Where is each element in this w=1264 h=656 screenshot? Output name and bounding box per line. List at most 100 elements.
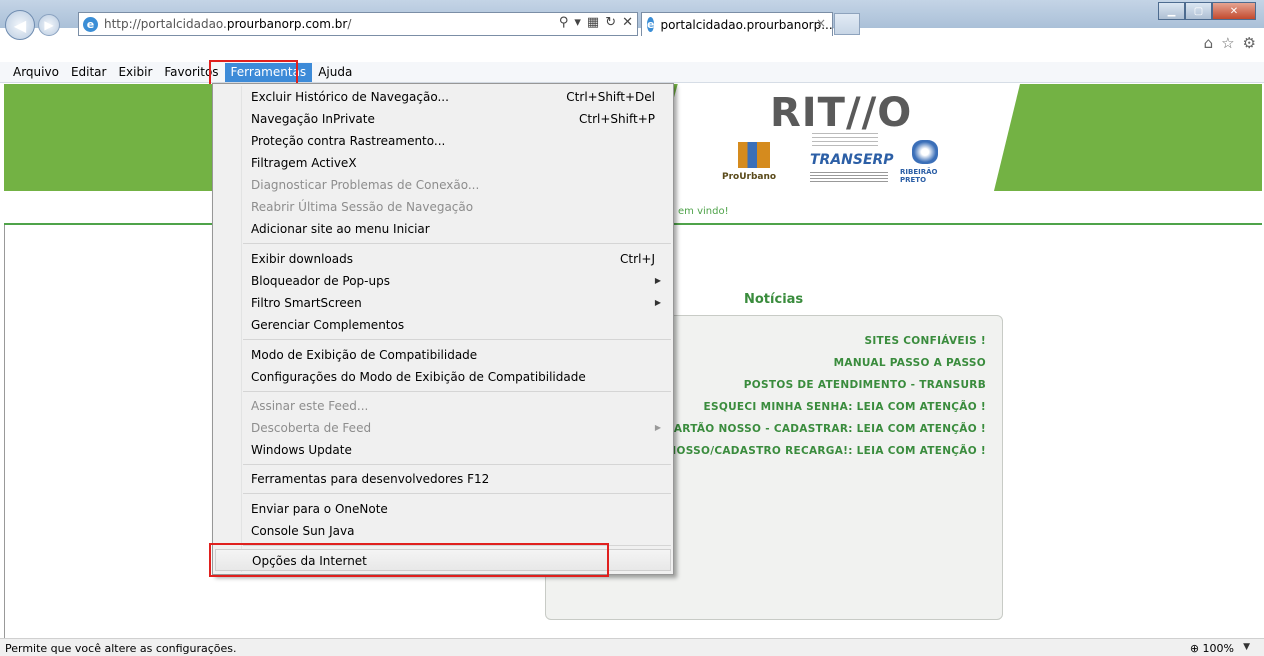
- menu-excluir-historico[interactable]: Excluir Histórico de Navegação... Ctrl+S…: [215, 86, 671, 108]
- refresh-icon[interactable]: ↻: [605, 15, 616, 30]
- menu-item-label: Diagnosticar Problemas de Conexão...: [251, 178, 480, 192]
- address-bar-icons: ⚲ ▾ ▦ ↻ ✕: [559, 15, 633, 30]
- zoom-value: 100%: [1202, 642, 1234, 655]
- ritmo-logo: RIT//O: [770, 90, 913, 136]
- status-bar: Permite que você altere as configurações…: [0, 638, 1264, 656]
- menu-separator: [243, 339, 671, 340]
- url-suffix: /: [347, 17, 352, 31]
- menu-gerenciar-complementos[interactable]: Gerenciar Complementos: [215, 314, 671, 336]
- stop-icon[interactable]: ✕: [622, 15, 633, 30]
- menu-diagnosticar-problemas: Diagnosticar Problemas de Conexão...: [215, 174, 671, 196]
- menu-navegacao-inprivate[interactable]: Navegação InPrivate Ctrl+Shift+P: [215, 108, 671, 130]
- news-item[interactable]: O CARTÃO NOSSO - CADASTRAR: LEIA COM ATE…: [653, 418, 986, 440]
- menu-console-sun-java[interactable]: Console Sun Java: [215, 520, 671, 542]
- menu-filtro-smartscreen[interactable]: Filtro SmartScreen ▶: [215, 292, 671, 314]
- menu-favoritos[interactable]: Favoritos: [158, 63, 224, 82]
- transerp-logo: TRANSERP: [810, 142, 894, 188]
- menu-assinar-feed: Assinar este Feed...: [215, 395, 671, 417]
- url-text[interactable]: http://portalcidadao.prourbanorp.com.br/: [104, 17, 351, 31]
- tab-label: portalcidadao.prourbanorp....: [660, 17, 837, 32]
- menu-separator: [243, 243, 671, 244]
- favorites-star-icon[interactable]: ☆: [1221, 34, 1234, 52]
- news-title: Notícias: [744, 292, 804, 307]
- zoom-icon: ⊕: [1189, 642, 1200, 655]
- menu-descoberta-feed: Descoberta de Feed ▶: [215, 417, 671, 439]
- news-item[interactable]: MANUAL PASSO A PASSO: [653, 352, 986, 374]
- forward-button[interactable]: ▶: [38, 14, 60, 36]
- tab-close-icon[interactable]: ×: [816, 16, 826, 30]
- menu-windows-update[interactable]: Windows Update: [215, 439, 671, 461]
- news-item[interactable]: SITES CONFIÁVEIS !: [653, 330, 986, 352]
- menu-item-label: Adicionar site ao menu Iniciar: [251, 222, 430, 236]
- search-icon[interactable]: ⚲: [559, 15, 569, 30]
- address-bar[interactable]: e http://portalcidadao.prourbanorp.com.b…: [78, 12, 638, 36]
- menu-item-label: Modo de Exibição de Compatibilidade: [251, 348, 478, 362]
- menu-reabrir-sessao: Reabrir Última Sessão de Navegação: [215, 196, 671, 218]
- menu-item-label: Assinar este Feed...: [251, 399, 369, 413]
- menu-exibir[interactable]: Exibir: [112, 63, 158, 82]
- transerp-logo-text: TRANSERP: [810, 152, 894, 168]
- news-item[interactable]: ESQUECI MINHA SENHA: LEIA COM ATENÇÃO !: [653, 396, 986, 418]
- news-item[interactable]: O NOSSO/CADASTRO RECARGA!: LEIA COM ATEN…: [653, 440, 986, 462]
- menu-item-label: Ferramentas para desenvolvedores F12: [251, 472, 490, 486]
- zoom-level[interactable]: ⊕ 100%: [1190, 642, 1234, 655]
- menu-ferramentas-desenvolvedores[interactable]: Ferramentas para desenvolvedores F12: [215, 468, 671, 490]
- menu-item-label: Enviar para o OneNote: [251, 502, 388, 516]
- menu-item-label: Opções da Internet: [252, 554, 367, 568]
- menu-item-label: Reabrir Última Sessão de Navegação: [251, 200, 474, 214]
- menu-bloqueador-popups[interactable]: Bloqueador de Pop-ups ▶: [215, 270, 671, 292]
- menu-item-shortcut: Ctrl+Shift+Del: [566, 90, 655, 104]
- menu-arquivo[interactable]: Arquivo: [7, 63, 65, 82]
- menu-separator: [243, 493, 671, 494]
- menu-adicionar-site[interactable]: Adicionar site ao menu Iniciar: [215, 218, 671, 240]
- home-icon[interactable]: ⌂: [1204, 34, 1214, 52]
- url-domain: prourbanorp.com.br: [226, 17, 348, 31]
- menu-protecao-rastreamento[interactable]: Proteção contra Rastreamento...: [215, 130, 671, 152]
- menu-bar: Arquivo Editar Exibir Favoritos Ferramen…: [0, 62, 1264, 83]
- menu-ferramentas[interactable]: Ferramentas: [224, 62, 313, 82]
- forward-arrow-icon: ▶: [44, 18, 54, 32]
- back-arrow-icon: ◀: [13, 15, 27, 35]
- menu-separator: [243, 464, 671, 465]
- prourbano-building-icon: [738, 142, 770, 168]
- news-item[interactable]: POSTOS DE ATENDIMENTO - TRANSURB: [653, 374, 986, 396]
- menu-item-label: Filtro SmartScreen: [251, 296, 362, 310]
- welcome-text: em vindo!: [678, 206, 729, 217]
- toolbar-right-icons: ⌂ ☆ ⚙: [1204, 34, 1256, 52]
- menu-enviar-onenote[interactable]: Enviar para o OneNote: [215, 498, 671, 520]
- ie-tab-icon: e: [647, 17, 655, 32]
- menu-editar[interactable]: Editar: [65, 63, 113, 82]
- tools-dropdown-menu: Excluir Histórico de Navegação... Ctrl+S…: [212, 83, 674, 575]
- prourbano-logo: ProUrbano: [718, 140, 792, 188]
- compatibility-icon[interactable]: ▦: [587, 15, 599, 30]
- tab-portalcidadao[interactable]: e portalcidadao.prourbanorp.... ×: [641, 12, 837, 36]
- menu-config-compatibilidade[interactable]: Configurações do Modo de Exibição de Com…: [215, 366, 671, 388]
- news-list: SITES CONFIÁVEIS ! MANUAL PASSO A PASSO …: [653, 330, 986, 462]
- back-button[interactable]: ◀: [5, 10, 35, 40]
- menu-item-label: Bloqueador de Pop-ups: [251, 274, 390, 288]
- menu-ajuda[interactable]: Ajuda: [312, 63, 358, 82]
- menu-item-label: Navegação InPrivate: [251, 112, 375, 126]
- menu-item-label: Windows Update: [251, 443, 352, 457]
- status-text: Permite que você altere as configurações…: [5, 642, 237, 655]
- dropdown-arrow-icon[interactable]: ▾: [574, 15, 581, 30]
- menu-opcoes-internet[interactable]: Opções da Internet: [215, 549, 671, 571]
- city-emblem-icon: [912, 140, 938, 164]
- page-left-border: [4, 225, 5, 638]
- menu-separator: [243, 391, 671, 392]
- menu-separator: [243, 545, 671, 546]
- menu-item-label: Proteção contra Rastreamento...: [251, 134, 446, 148]
- ie-page-icon: e: [83, 16, 98, 32]
- zoom-dropdown-icon[interactable]: ▼: [1243, 642, 1250, 652]
- ribeirao-preto-logo: RIBEIRÃO PRETO: [898, 140, 958, 186]
- partner-logos: ProUrbano TRANSERP RIBEIRÃO PRETO: [718, 140, 958, 190]
- menu-modo-compatibilidade[interactable]: Modo de Exibição de Compatibilidade: [215, 344, 671, 366]
- gear-icon[interactable]: ⚙: [1243, 34, 1256, 52]
- menu-filtragem-activex[interactable]: Filtragem ActiveX: [215, 152, 671, 174]
- menu-item-shortcut: Ctrl+J: [620, 252, 655, 266]
- new-tab-button[interactable]: [834, 13, 860, 35]
- menu-exibir-downloads[interactable]: Exibir downloads Ctrl+J: [215, 248, 671, 270]
- submenu-arrow-icon: ▶: [654, 423, 661, 432]
- submenu-arrow-icon: ▶: [654, 298, 661, 307]
- prourbano-logo-text: ProUrbano: [722, 172, 777, 182]
